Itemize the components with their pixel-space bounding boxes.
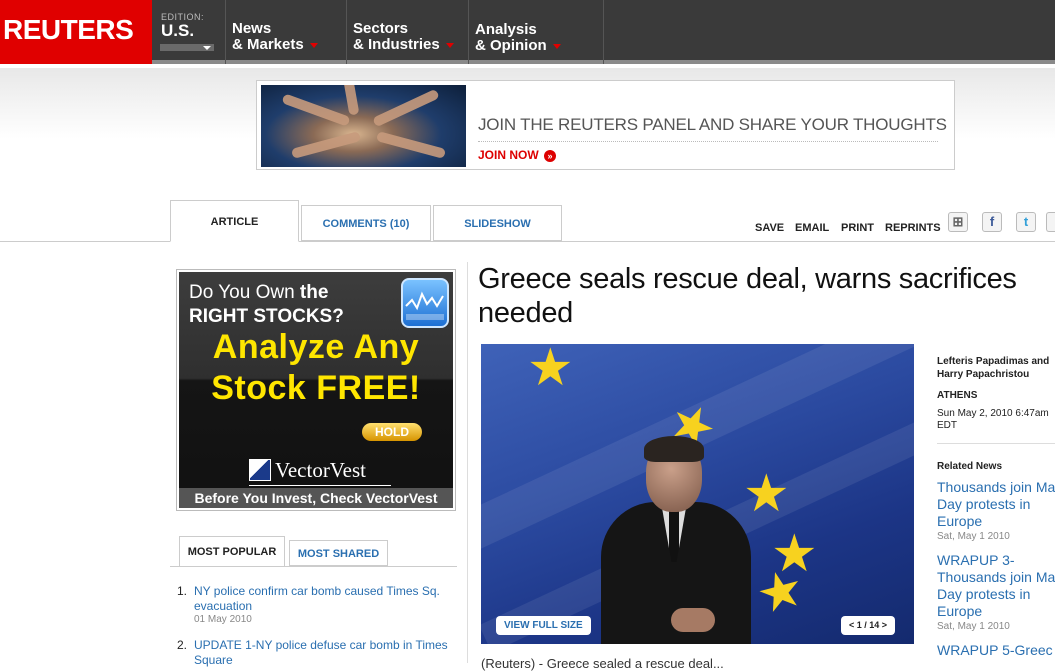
related-item-title-line[interactable]: Europe <box>937 603 1055 620</box>
facebook-icon[interactable]: f <box>982 212 1002 232</box>
caret-down-icon <box>445 42 454 48</box>
vectorvest-logo: VectorVest <box>249 458 391 486</box>
hands-together-image <box>261 85 466 167</box>
save-link[interactable]: SAVE <box>755 222 784 234</box>
print-link[interactable]: PRINT <box>841 222 874 234</box>
nav-label-line1: News <box>232 20 272 37</box>
twitter-icon[interactable]: t <box>1016 212 1036 232</box>
nav-label-line2: & Opinion <box>475 37 547 54</box>
ad-line2: RIGHT STOCKS? <box>189 306 344 327</box>
related-item[interactable]: WRAPUP 5-Greec <box>937 642 1055 659</box>
reuters-logo[interactable]: REUTERS <box>0 0 152 64</box>
related-news-heading: Related News <box>937 461 1003 472</box>
share-icon[interactable]: ⊞ <box>948 212 968 232</box>
reuters-panel-banner-ad[interactable]: JOIN THE REUTERS PANEL AND SHARE YOUR TH… <box>256 80 955 170</box>
column-divider <box>467 262 468 663</box>
nav-label-line2: & Markets <box>232 36 304 53</box>
related-item-title-line[interactable]: Thousands join Ma <box>937 569 1055 586</box>
list-item-number: 1. <box>177 584 188 598</box>
timestamp: Sun May 2, 2010 6:47am EDT <box>937 408 1049 431</box>
nav-label-line1: Sectors <box>353 20 409 37</box>
tab-comments[interactable]: COMMENTS (10) <box>301 205 431 241</box>
article-lead-text: (Reuters) - Greece sealed a rescue deal.… <box>481 656 724 671</box>
caret-down-icon <box>309 42 318 48</box>
nav-analysis-opinion[interactable]: Analysis & Opinion <box>469 0 604 64</box>
slideshow-pager[interactable]: < 1 / 14 > <box>841 616 896 635</box>
ad-line1: Do You Own the <box>189 282 328 304</box>
tab-most-popular[interactable]: MOST POPULAR <box>179 536 285 567</box>
article-photo[interactable]: ★ ★ ★ ★ ★ VIEW FULL SIZE < 1 / 14 > <box>481 344 914 644</box>
email-link[interactable]: EMAIL <box>795 222 829 234</box>
nav-label-line1: Analysis <box>475 21 537 38</box>
related-item-title-line[interactable]: Thousands join Ma <box>937 479 1055 496</box>
list-item[interactable]: 2. UPDATE 1-NY police defuse car bomb in… <box>177 638 457 668</box>
ad-line1-a: Do You Own <box>189 282 295 303</box>
related-item-title-line[interactable]: WRAPUP 5-Greec <box>937 642 1055 659</box>
list-item-title[interactable]: UPDATE 1-NY police defuse car bomb in Ti… <box>194 638 454 668</box>
nav-label-line2: & Industries <box>353 36 440 53</box>
top-nav-bar: REUTERS EDITION: U.S. News & Markets Sec… <box>0 0 1055 64</box>
person-figure <box>601 436 751 644</box>
popular-divider <box>170 566 457 567</box>
banner-title: JOIN THE REUTERS PANEL AND SHARE YOUR TH… <box>478 115 947 134</box>
reprints-link[interactable]: REPRINTS <box>885 222 941 234</box>
hold-badge: HOLD <box>362 423 422 441</box>
double-chevron-right-icon: » <box>544 149 557 162</box>
ad-line1-b: the <box>299 282 329 303</box>
tab-slideshow[interactable]: SLIDESHOW <box>433 205 562 241</box>
join-now-link[interactable]: JOIN NOW » <box>478 148 557 162</box>
list-item-number: 2. <box>177 638 188 652</box>
related-item-title-line[interactable]: WRAPUP 3- <box>937 552 1055 569</box>
vectorvest-logo-text: VectorVest <box>275 458 366 482</box>
related-item[interactable]: WRAPUP 3- Thousands join Ma Day protests… <box>937 552 1055 632</box>
article-headline: Greece seals rescue deal, warns sacrific… <box>478 263 1017 329</box>
dateline: ATHENS <box>937 390 978 401</box>
edition-selector[interactable]: EDITION: U.S. <box>152 0 226 64</box>
related-item[interactable]: Thousands join Ma Day protests in Europe… <box>937 479 1055 542</box>
stock-chart-app-icon <box>401 278 449 328</box>
ad-headline-2: Stock FREE! <box>211 369 421 407</box>
chevron-down-icon[interactable] <box>160 44 214 51</box>
banner-divider <box>478 141 938 142</box>
list-item-date: 01 May 2010 <box>194 614 252 625</box>
related-item-date: Sat, May 1 2010 <box>937 531 1010 542</box>
eu-star-icon: ★ <box>527 344 574 397</box>
byline: Lefteris Papadimas and Harry Papachristo… <box>937 356 1050 380</box>
list-item-title[interactable]: NY police confirm car bomb caused Times … <box>194 584 454 614</box>
tab-article[interactable]: ARTICLE <box>170 200 299 242</box>
ad-headline-1: Analyze Any <box>212 328 420 366</box>
caret-down-icon <box>552 43 561 49</box>
vectorvest-ad[interactable]: Do You Own the RIGHT STOCKS? Analyze Any… <box>176 269 456 511</box>
nav-news-markets[interactable]: News & Markets <box>226 0 347 64</box>
join-now-label: JOIN NOW <box>478 148 539 162</box>
list-item[interactable]: 1. NY police confirm car bomb caused Tim… <box>177 584 457 628</box>
view-full-size-button[interactable]: VIEW FULL SIZE <box>496 616 591 635</box>
related-item-title-line[interactable]: Europe <box>937 513 1055 530</box>
more-share-icon[interactable] <box>1046 212 1055 232</box>
related-item-date: Sat, May 1 2010 <box>937 621 1010 632</box>
related-item-title-line[interactable]: Day protests in <box>937 496 1055 513</box>
related-item-title-line[interactable]: Day protests in <box>937 586 1055 603</box>
vectorvest-mark-icon <box>249 459 271 481</box>
tab-most-shared[interactable]: MOST SHARED <box>289 540 388 566</box>
ad-tagline: Before You Invest, Check VectorVest <box>179 488 453 508</box>
edition-value: U.S. <box>161 21 195 40</box>
sidebar-divider <box>937 443 1055 444</box>
nav-sectors-industries[interactable]: Sectors & Industries <box>347 0 469 64</box>
vectorvest-ad-body: Do You Own the RIGHT STOCKS? Analyze Any… <box>179 272 453 508</box>
